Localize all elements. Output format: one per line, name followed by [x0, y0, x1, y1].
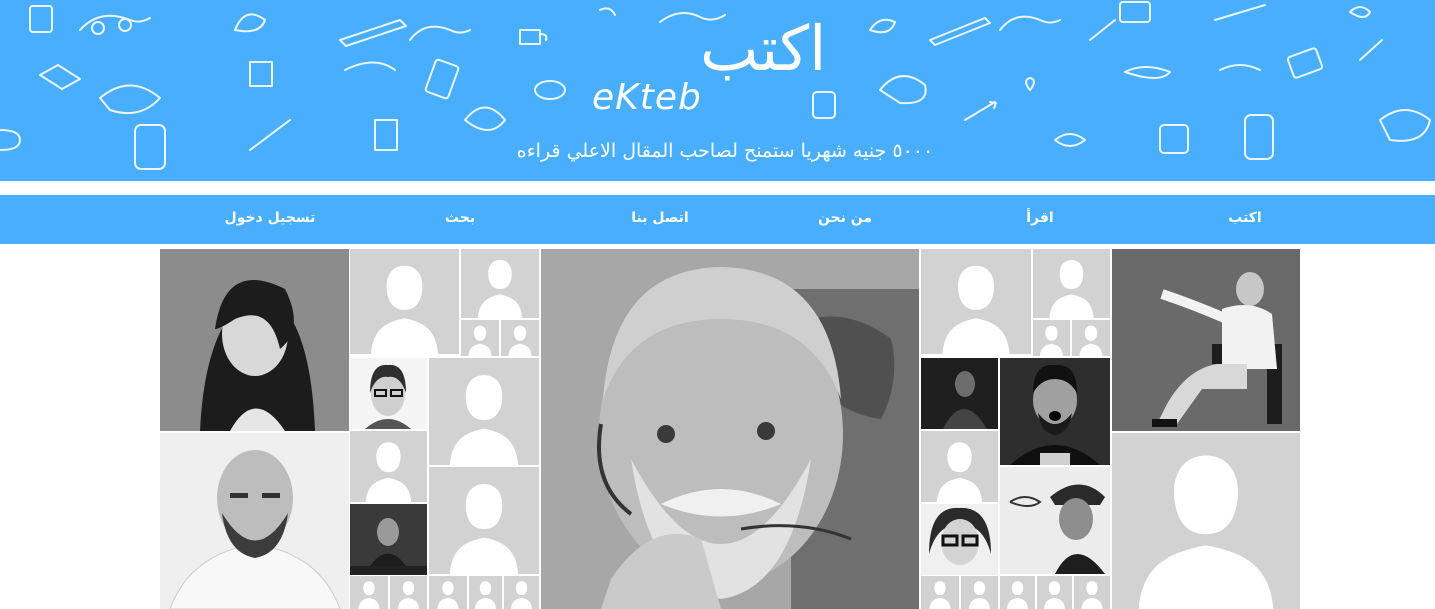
writer-placeholder-avatar-icon[interactable]: [1037, 576, 1072, 609]
featured-writer-photo[interactable]: [541, 249, 919, 609]
logo-latin: eKteb: [592, 77, 702, 118]
writer-placeholder-avatar-icon[interactable]: [501, 320, 539, 356]
writer-placeholder-avatar-icon[interactable]: [461, 320, 499, 356]
writer-photo[interactable]: [1000, 358, 1110, 465]
writer-placeholder-avatar-icon[interactable]: [469, 576, 502, 609]
writer-photo[interactable]: [350, 358, 427, 429]
writer-placeholder-avatar-icon[interactable]: [429, 576, 467, 609]
writer-placeholder-avatar-icon[interactable]: [1112, 433, 1300, 609]
nav-login[interactable]: تسجيل دخول: [205, 195, 335, 244]
writer-photo[interactable]: [160, 433, 349, 609]
nav-search[interactable]: بحث: [395, 195, 525, 244]
writer-placeholder-avatar-icon[interactable]: [921, 249, 1031, 354]
writer-placeholder-avatar-icon[interactable]: [921, 576, 959, 609]
writer-placeholder-avatar-icon[interactable]: [1033, 249, 1110, 318]
writer-photo[interactable]: [1000, 467, 1110, 574]
writer-placeholder-avatar-icon[interactable]: [350, 576, 388, 609]
writer-placeholder-avatar-icon[interactable]: [921, 431, 998, 502]
writer-placeholder-avatar-icon[interactable]: [429, 358, 539, 465]
writer-placeholder-avatar-icon[interactable]: [1072, 320, 1110, 356]
writer-photo[interactable]: [160, 249, 349, 431]
writer-placeholder-avatar-icon[interactable]: [1033, 320, 1070, 356]
writer-placeholder-avatar-icon[interactable]: [350, 431, 427, 502]
nav-about[interactable]: من نحن: [780, 195, 910, 244]
nav-write[interactable]: اكتب: [1180, 195, 1310, 244]
header-banner: اكتب eKteb ٥٠٠٠ جنيه شهريا ستمنح لصاحب ا…: [0, 0, 1435, 181]
nav-contact[interactable]: اتصل بنا: [590, 195, 730, 244]
writer-placeholder-avatar-icon[interactable]: [461, 249, 539, 318]
writer-photo[interactable]: [921, 358, 998, 429]
logo-arabic: اكتب: [700, 12, 827, 85]
writer-placeholder-avatar-icon[interactable]: [961, 576, 998, 609]
writer-placeholder-avatar-icon[interactable]: [504, 576, 539, 609]
main-nav: اكتب اقرأ من نحن اتصل بنا بحث تسجيل دخول: [0, 195, 1435, 244]
writer-placeholder-avatar-icon[interactable]: [429, 467, 539, 574]
writer-placeholder-avatar-icon[interactable]: [390, 576, 427, 609]
writer-photo[interactable]: [350, 504, 427, 575]
writer-photo[interactable]: [1112, 249, 1300, 431]
prize-tagline: ٥٠٠٠ جنيه شهريا ستمنح لصاحب المقال الاعل…: [516, 140, 934, 162]
writer-placeholder-avatar-icon[interactable]: [1000, 576, 1035, 609]
writer-placeholder-avatar-icon[interactable]: [350, 249, 459, 354]
writer-placeholder-avatar-icon[interactable]: [1074, 576, 1110, 609]
nav-read[interactable]: اقرأ: [975, 195, 1105, 244]
writer-photo[interactable]: [921, 504, 998, 575]
